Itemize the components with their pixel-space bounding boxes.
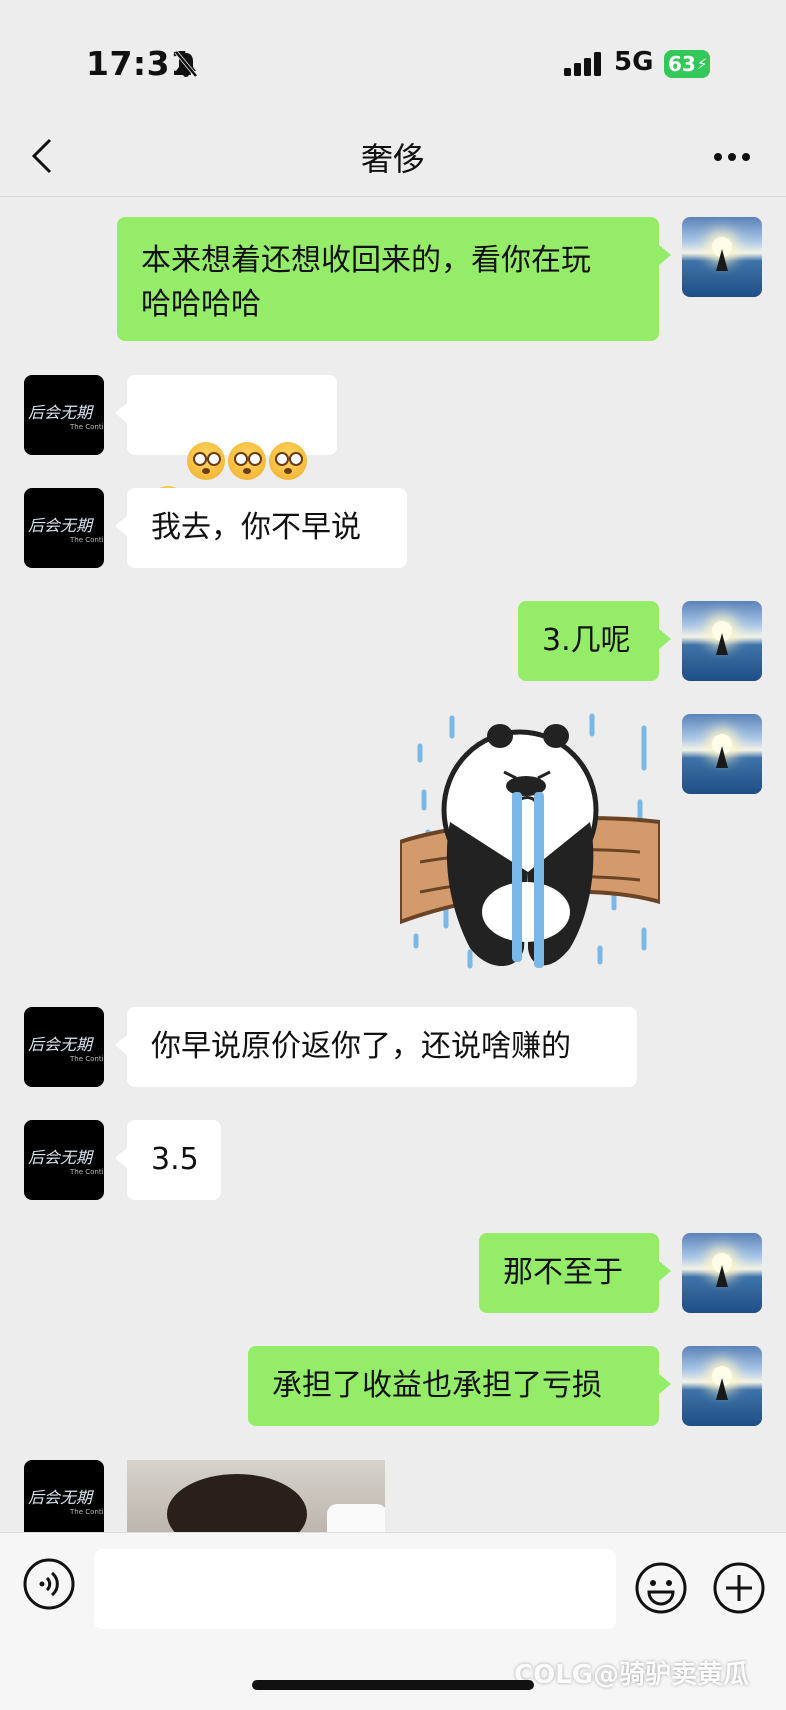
network-type: 5G [614, 47, 654, 77]
cell-signal-icon [564, 52, 604, 80]
self-avatar[interactable] [682, 1346, 762, 1426]
contact-avatar[interactable]: 后会无期The Continent [24, 1007, 104, 1087]
message-input[interactable] [94, 1549, 616, 1629]
crying-panda-sticker[interactable] [398, 712, 662, 974]
emoji-bubble[interactable] [115, 375, 337, 524]
message-bubble[interactable]: 我去，你不早说 [115, 488, 407, 568]
plus-icon[interactable] [712, 1561, 766, 1619]
battery-level: 63 [668, 52, 696, 76]
chat-header: 奢侈 [0, 120, 786, 197]
flushed-face-icon [187, 441, 226, 480]
message-bubble[interactable]: 你早说原价返你了，还说啥赚的 [115, 1007, 637, 1087]
more-icon[interactable] [712, 148, 752, 167]
flushed-face-icon [269, 441, 308, 480]
flushed-face-icon [228, 441, 267, 480]
emoji-icon[interactable] [634, 1561, 688, 1619]
chat-title: 奢侈 [360, 140, 425, 178]
message-bubble[interactable]: 3.5 [115, 1120, 221, 1200]
message-bubble[interactable]: 3.几呢 [518, 601, 671, 681]
contact-avatar[interactable]: 后会无期The Continent [24, 1460, 104, 1532]
charging-icon: ⚡ [696, 55, 708, 73]
battery-indicator: 63 ⚡ [664, 50, 710, 78]
message-bubble[interactable]: 那不至于 [479, 1233, 671, 1313]
self-avatar[interactable] [682, 217, 762, 297]
self-avatar[interactable] [682, 714, 762, 794]
message-bubble[interactable]: 承担了收益也承担了亏损 [248, 1346, 671, 1426]
home-indicator [252, 1680, 534, 1690]
contact-avatar[interactable]: 后会无期The Continent [24, 375, 104, 455]
voice-input-icon[interactable] [22, 1557, 76, 1615]
status-bar: 17:31 5G 63 ⚡ [0, 0, 786, 120]
muted-bell-icon [174, 50, 198, 82]
self-avatar[interactable] [682, 1233, 762, 1313]
self-avatar[interactable] [682, 601, 762, 681]
image-message[interactable] [127, 1460, 385, 1532]
message-bubble[interactable]: 本来想着还想收回来的，看你在玩 哈哈哈哈 [117, 217, 671, 341]
contact-avatar[interactable]: 后会无期The Continent [24, 1120, 104, 1200]
contact-avatar[interactable]: 后会无期The Continent [24, 488, 104, 568]
watermark: COLG@骑驴卖黄瓜 [514, 1660, 750, 1690]
